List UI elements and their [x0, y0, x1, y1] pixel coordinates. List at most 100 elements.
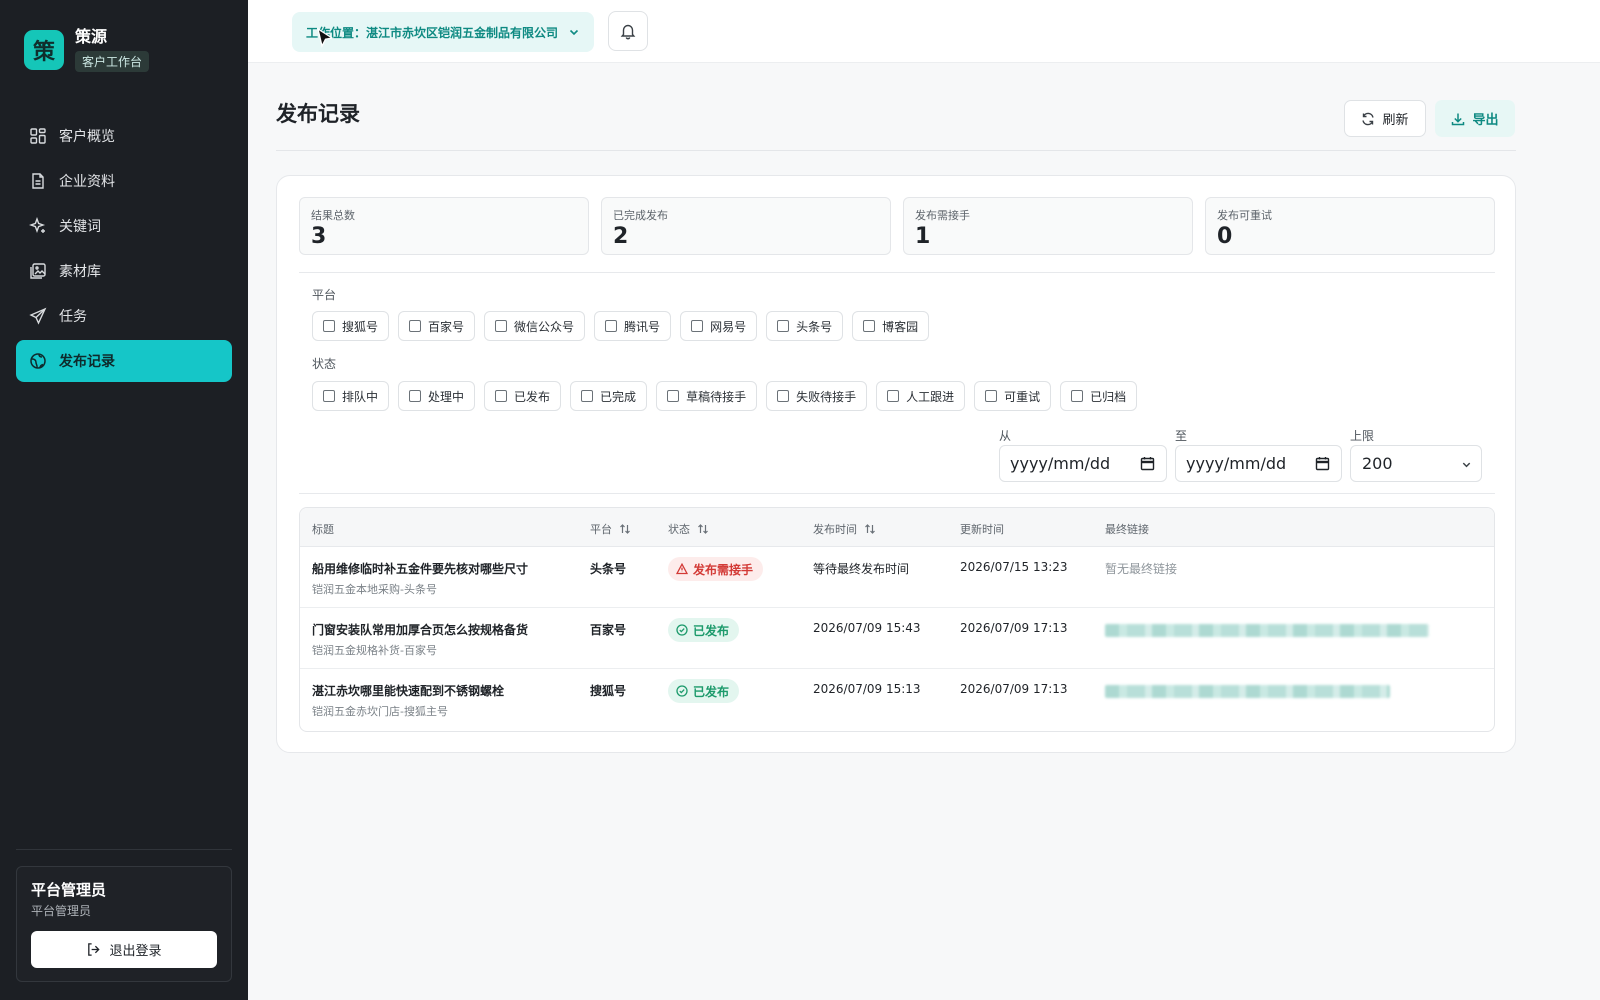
checkbox[interactable]: [409, 390, 422, 402]
checkbox[interactable]: [777, 320, 790, 332]
platform-chip[interactable]: 百家号: [398, 311, 476, 341]
status-chip[interactable]: 草稿待接手: [656, 381, 758, 411]
sort-icon[interactable]: [619, 523, 631, 535]
from-date-value: yyyy/mm/dd: [1010, 454, 1111, 473]
page-title: 发布记录: [276, 102, 360, 126]
checkbox[interactable]: [409, 320, 422, 332]
stat-label: 已完成发布: [613, 209, 668, 222]
check-circle-icon: [676, 685, 688, 697]
from-date-input[interactable]: yyyy/mm/dd: [999, 445, 1167, 482]
status-chip[interactable]: 处理中: [398, 381, 476, 411]
column-header-status[interactable]: 状态: [668, 521, 709, 537]
row-link-redacted[interactable]: [1105, 624, 1429, 637]
column-header-link: 最终链接: [1105, 523, 1149, 536]
status-chip[interactable]: 失败待接手: [766, 381, 868, 411]
row-subtitle: 铠润五金本地采购-头条号: [312, 583, 437, 596]
stat-needs-takeover: 发布需接手 1: [903, 197, 1193, 255]
status-badge: 已发布: [668, 618, 740, 642]
calendar-icon[interactable]: [1140, 456, 1155, 471]
checkbox[interactable]: [323, 320, 335, 332]
row-link-redacted[interactable]: [1105, 685, 1390, 698]
column-header-published[interactable]: 发布时间: [813, 521, 876, 537]
checkbox[interactable]: [863, 320, 876, 332]
calendar-icon[interactable]: [1315, 456, 1330, 471]
sort-icon[interactable]: [697, 523, 709, 535]
row-platform: 头条号: [590, 562, 627, 576]
brand-name: 策源: [75, 27, 108, 46]
checkbox[interactable]: [323, 390, 335, 402]
checkbox[interactable]: [1071, 390, 1084, 402]
status-chip[interactable]: 人工跟进: [876, 381, 966, 411]
platform-chip[interactable]: 网易号: [680, 311, 758, 341]
sidebar-item-overview[interactable]: 客户概览: [16, 115, 232, 157]
workspace-selector[interactable]: 工作位置：湛江市赤坎区铠润五金制品有限公司: [292, 12, 594, 52]
chip-label: 搜狐号: [342, 319, 379, 334]
user-card: 平台管理员 平台管理员 退出登录: [16, 866, 232, 982]
checkbox[interactable]: [581, 390, 594, 402]
download-icon: [1452, 113, 1465, 125]
export-button[interactable]: 导出: [1435, 100, 1515, 137]
refresh-icon: [1362, 112, 1375, 125]
platform-chip[interactable]: 博客园: [852, 311, 930, 341]
checkbox[interactable]: [495, 320, 508, 332]
row-platform: 搜狐号: [590, 684, 627, 698]
sort-icon[interactable]: [864, 523, 876, 535]
chip-label: 网易号: [710, 319, 747, 334]
sidebar-item-label: 关键词: [59, 219, 101, 235]
checkbox[interactable]: [691, 320, 704, 332]
sidebar-item-tasks[interactable]: 任务: [16, 295, 232, 337]
row-link: 暂无最终链接: [1105, 562, 1178, 576]
stat-value: 2: [613, 224, 629, 249]
limit-select[interactable]: 200: [1350, 445, 1482, 482]
notifications-button[interactable]: [608, 11, 648, 51]
title-divider: [276, 150, 1516, 151]
row-published: 2026/07/09 15:43: [813, 621, 921, 635]
platform-chip[interactable]: 微信公众号: [484, 311, 586, 341]
sidebar-item-publish-records[interactable]: 发布记录: [16, 340, 232, 382]
platform-filter-label: 平台: [312, 288, 337, 302]
checkbox[interactable]: [777, 390, 790, 402]
records-table: 标题 平台 状态 发布时间 更新时间 最终链接 船用维修临时补五金件要先核对哪些…: [299, 507, 1495, 732]
sidebar-item-label: 任务: [59, 309, 87, 325]
limit-label: 上限: [1350, 429, 1375, 443]
checkbox[interactable]: [667, 390, 680, 402]
sidebar-item-label: 客户概览: [59, 129, 115, 145]
status-chip[interactable]: 已归档: [1060, 381, 1138, 411]
row-published: 2026/07/09 15:13: [813, 682, 921, 696]
check-circle-icon: [676, 624, 688, 636]
sidebar-item-label: 企业资料: [59, 174, 115, 190]
from-label: 从: [999, 429, 1012, 443]
table-row[interactable]: 湛江赤坎哪里能快速配到不锈钢螺栓 铠润五金赤坎门店-搜狐主号 搜狐号 已发布 2…: [300, 669, 1494, 730]
status-chip[interactable]: 已发布: [484, 381, 562, 411]
stat-completed: 已完成发布 2: [601, 197, 891, 255]
platform-chip[interactable]: 腾讯号: [594, 311, 672, 341]
dashboard-icon: [29, 127, 47, 145]
status-chip[interactable]: 已完成: [570, 381, 648, 411]
sidebar-item-keywords[interactable]: 关键词: [16, 205, 232, 247]
status-chip[interactable]: 可重试: [974, 381, 1052, 411]
platform-chip[interactable]: 头条号: [766, 311, 844, 341]
logout-button[interactable]: 退出登录: [31, 931, 217, 968]
checkbox[interactable]: [605, 320, 618, 332]
stat-value: 0: [1217, 224, 1233, 249]
column-header-platform[interactable]: 平台: [590, 521, 631, 537]
column-header-title: 标题: [312, 523, 334, 536]
table-row[interactable]: 门窗安装队常用加厚合页怎么按规格备货 铠润五金规格补货-百家号 百家号 已发布 …: [300, 608, 1494, 669]
status-chip[interactable]: 排队中: [312, 381, 390, 411]
checkbox[interactable]: [985, 390, 998, 402]
workspace-label: 工作位置：湛江市赤坎区铠润五金制品有限公司: [306, 25, 559, 40]
sidebar-nav: 客户概览 企业资料 关键词 素材库 任务 发布记录: [16, 115, 232, 385]
refresh-button[interactable]: 刷新: [1344, 100, 1426, 137]
table-row[interactable]: 船用维修临时补五金件要先核对哪些尺寸 铠润五金本地采购-头条号 头条号 发布需接…: [300, 547, 1494, 608]
checkbox[interactable]: [495, 390, 508, 402]
gallery-icon: [29, 262, 47, 280]
to-label: 至: [1175, 429, 1188, 443]
limit-value: 200: [1362, 454, 1393, 473]
platform-chip[interactable]: 搜狐号: [312, 311, 390, 341]
sidebar-item-materials[interactable]: 素材库: [16, 250, 232, 292]
sidebar-item-company[interactable]: 企业资料: [16, 160, 232, 202]
status-badge: 已发布: [668, 679, 740, 703]
records-panel: 结果总数 3 已完成发布 2 发布需接手 1 发布可重试 0 平台 搜狐号 百家…: [276, 175, 1516, 753]
checkbox[interactable]: [887, 390, 900, 402]
to-date-input[interactable]: yyyy/mm/dd: [1175, 445, 1342, 482]
